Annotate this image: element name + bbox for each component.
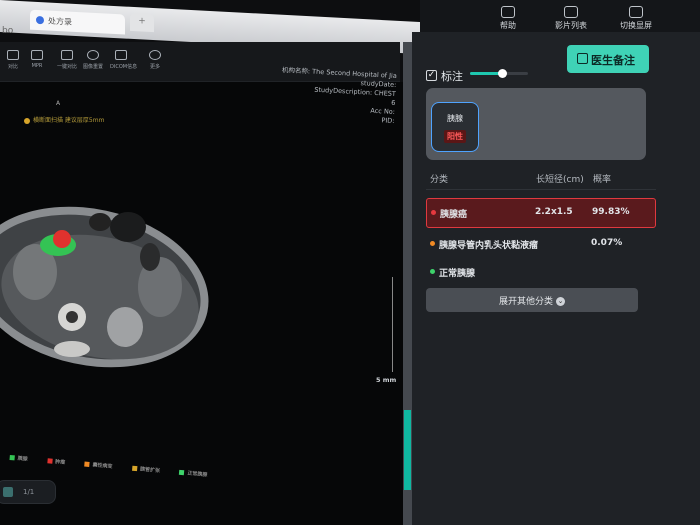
organ-tile-pancreas[interactable]: 胰腺 阳性 [431, 102, 479, 152]
tool-label: 一键对比 [56, 64, 77, 70]
mpr-icon [31, 50, 43, 60]
favicon-icon [36, 15, 44, 25]
compare-tool[interactable]: 对比 [2, 50, 24, 70]
legend-swatch-icon [9, 454, 15, 461]
row-probability: 0.07% [591, 238, 623, 248]
more-tool[interactable]: 更多 [144, 50, 166, 70]
switch-screen-label: 切换显屏 [620, 21, 652, 30]
chevron-down-icon: ⌄ [556, 297, 565, 306]
organ-card: 胰腺 阳性 [426, 88, 646, 160]
legend-item: 胰管扩张 [131, 465, 161, 475]
film-list-nav[interactable]: 影片列表 [555, 6, 587, 31]
legend-label: 正常胰腺 [187, 470, 208, 479]
reset-icon [87, 50, 99, 60]
legend-swatch-icon [131, 465, 138, 472]
result-row[interactable]: 正常胰腺 [426, 258, 656, 288]
opacity-slider-thumb[interactable] [497, 69, 507, 78]
browser-tab[interactable]: 处方录 [30, 9, 125, 35]
legend-item: 囊性病变 [84, 461, 113, 470]
annotate-label: 标注 [441, 70, 463, 83]
new-tab-button[interactable]: + [130, 12, 154, 33]
legend-label: 胰管扩张 [139, 466, 161, 475]
scroll-thumb[interactable] [404, 410, 411, 490]
dicom-icon [115, 50, 127, 60]
more-icon [149, 50, 161, 60]
scale-bar [392, 277, 394, 372]
dicom-info-tool[interactable]: DICOM信息 [110, 50, 138, 70]
warning-text: 横断面扫描 建议层厚5mm [33, 117, 105, 124]
row-name: 胰腺癌 [440, 210, 468, 220]
expand-label: 展开其他分类 [498, 297, 553, 307]
row-name: 胰腺导管内乳头状黏液瘤 [439, 241, 539, 251]
film-list-icon [564, 6, 578, 18]
switch-screen-icon [629, 6, 643, 18]
tool-label: MPR [31, 63, 43, 69]
status-dot-icon [431, 210, 436, 215]
mpr-tool[interactable]: MPR [26, 50, 48, 69]
ct-slice-image [0, 206, 209, 368]
scale-label: 5 mm [376, 376, 397, 384]
doctor-note-label: 医生备注 [591, 54, 635, 67]
annotate-checkbox[interactable]: ✓ [426, 70, 437, 81]
legend-swatch-icon [179, 469, 185, 476]
grid-icon [61, 50, 73, 60]
column-category: 分类 [430, 175, 449, 185]
segmentation-legend: 胰腺 肿瘤 囊性病变 胰管扩张 正常胰腺 [9, 454, 225, 480]
tool-label: 图像重置 [82, 64, 103, 70]
result-row-selected[interactable]: 胰腺癌 2.2x1.5 99.83% [426, 198, 656, 228]
panel-divider[interactable] [403, 42, 412, 525]
switch-screen-nav[interactable]: 切换显屏 [620, 6, 652, 31]
column-probability: 概率 [593, 175, 612, 185]
series-control[interactable]: 1/1 [0, 480, 56, 504]
study-meta: 机构名称: The Second Hospital of Jia studyDa… [279, 66, 397, 126]
legend-label: 肿瘤 [54, 458, 66, 466]
browser-tab-title: 处方录 [48, 16, 72, 27]
organ-name: 胰腺 [447, 114, 463, 123]
address-bar[interactable]: bo [0, 26, 13, 36]
analysis-panel: ✓ 标注 医生备注 胰腺 阳性 分类 长短径(cm) 概率 胰腺癌 2.2x1.… [412, 32, 700, 525]
legend-swatch-icon [84, 461, 90, 467]
orientation-marker: A [56, 100, 61, 107]
one-click-compare-tool[interactable]: 一键对比 [56, 50, 78, 70]
top-nav: 帮助 影片列表 切换显屏 [420, 0, 700, 32]
row-name: 正常胰腺 [439, 269, 476, 279]
tool-label: DICOM信息 [110, 64, 138, 70]
result-row[interactable]: 胰腺导管内乳头状黏液瘤 - 0.07% [426, 230, 656, 260]
status-dot-icon [430, 269, 435, 274]
row-probability: 99.83% [592, 207, 630, 217]
series-counter: 1/1 [23, 488, 35, 496]
legend-swatch-icon [46, 458, 53, 464]
series-icon [3, 487, 13, 497]
doctor-note-button[interactable]: 医生备注 [567, 45, 649, 73]
tool-label: 更多 [149, 64, 160, 70]
column-size: 长短径(cm) [536, 175, 584, 185]
reset-tool[interactable]: 图像重置 [82, 50, 104, 70]
slice-warning: 横断面扫描 建议层厚5mm [24, 115, 104, 124]
positive-badge: 阳性 [444, 130, 466, 143]
legend-item: 正常胰腺 [179, 469, 208, 479]
row-size: - [534, 238, 538, 248]
row-size: 2.2x1.5 [535, 207, 573, 217]
help-label: 帮助 [500, 21, 516, 30]
edit-note-icon [577, 53, 588, 64]
status-dot-icon [430, 241, 435, 246]
legend-label: 胰腺 [17, 455, 28, 463]
tool-label: 对比 [7, 64, 18, 70]
legend-item: 胰腺 [9, 454, 28, 463]
warning-icon [24, 117, 30, 124]
help-icon [501, 6, 515, 18]
header-divider [426, 189, 656, 190]
compare-icon [7, 50, 19, 60]
expand-other-categories-button[interactable]: 展开其他分类 ⌄ [426, 288, 638, 312]
ct-viewer[interactable]: 机构名称: The Second Hospital of Jia studyDa… [0, 66, 403, 525]
legend-item: 肿瘤 [46, 458, 66, 466]
opacity-slider[interactable] [470, 69, 528, 78]
help-nav[interactable]: 帮助 [500, 6, 516, 31]
legend-label: 囊性病变 [92, 462, 113, 470]
film-list-label: 影片列表 [555, 21, 587, 30]
